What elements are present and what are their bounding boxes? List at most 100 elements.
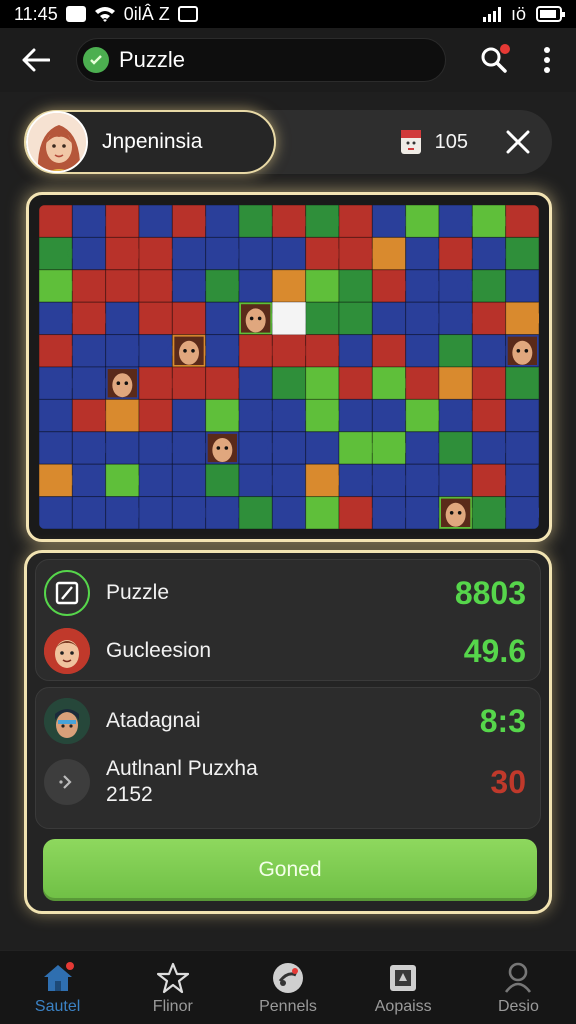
nav-item-sautel[interactable]: Sautel bbox=[0, 951, 115, 1024]
puzzle-piece[interactable] bbox=[238, 496, 273, 530]
puzzle-piece[interactable] bbox=[238, 334, 273, 368]
puzzle-piece[interactable] bbox=[71, 463, 107, 498]
puzzle-piece[interactable] bbox=[105, 269, 140, 303]
puzzle-piece[interactable] bbox=[238, 366, 273, 400]
list-item[interactable]: Atadagnai 8:3 bbox=[44, 698, 526, 744]
puzzle-piece[interactable] bbox=[238, 236, 273, 271]
puzzle-piece[interactable] bbox=[171, 204, 207, 238]
nav-item-desio[interactable]: Desio bbox=[461, 951, 576, 1024]
puzzle-piece[interactable] bbox=[338, 301, 373, 336]
back-button[interactable] bbox=[14, 38, 58, 82]
puzzle-piece[interactable] bbox=[505, 431, 540, 465]
puzzle-piece[interactable] bbox=[105, 431, 140, 465]
puzzle-piece[interactable] bbox=[338, 269, 373, 303]
puzzle-piece[interactable] bbox=[505, 269, 540, 303]
puzzle-board[interactable] bbox=[38, 204, 544, 530]
puzzle-piece[interactable] bbox=[38, 204, 73, 238]
puzzle-piece[interactable] bbox=[471, 398, 507, 433]
puzzle-piece[interactable] bbox=[505, 366, 540, 400]
puzzle-piece[interactable] bbox=[438, 334, 473, 368]
puzzle-piece[interactable] bbox=[205, 463, 240, 498]
puzzle-piece[interactable] bbox=[371, 301, 407, 336]
puzzle-piece[interactable] bbox=[505, 463, 540, 498]
puzzle-piece[interactable] bbox=[171, 496, 207, 530]
puzzle-piece[interactable] bbox=[305, 269, 340, 303]
puzzle-piece[interactable] bbox=[338, 398, 373, 433]
list-item[interactable]: Puzzle 8803 bbox=[44, 570, 526, 616]
puzzle-piece[interactable] bbox=[305, 431, 340, 465]
list-item[interactable]: Autlnanl Puzxha 2152 30 bbox=[44, 756, 526, 808]
puzzle-piece[interactable] bbox=[305, 496, 340, 530]
puzzle-piece[interactable] bbox=[438, 463, 473, 498]
puzzle-piece[interactable] bbox=[105, 204, 140, 238]
puzzle-piece[interactable] bbox=[171, 301, 207, 336]
puzzle-piece[interactable] bbox=[238, 269, 273, 303]
puzzle-piece[interactable] bbox=[138, 398, 173, 433]
puzzle-piece[interactable] bbox=[38, 431, 73, 465]
goned-button[interactable]: Goned bbox=[43, 839, 537, 901]
puzzle-piece[interactable] bbox=[271, 463, 307, 498]
puzzle-piece[interactable] bbox=[171, 236, 207, 271]
close-button[interactable] bbox=[498, 122, 538, 162]
player-profile[interactable]: Jnpeninsia bbox=[24, 110, 276, 174]
puzzle-piece[interactable] bbox=[271, 496, 307, 530]
puzzle-piece[interactable] bbox=[438, 431, 473, 465]
puzzle-piece[interactable] bbox=[38, 301, 73, 336]
puzzle-piece[interactable] bbox=[338, 366, 373, 400]
puzzle-piece[interactable] bbox=[271, 366, 307, 400]
puzzle-piece[interactable] bbox=[105, 301, 140, 336]
puzzle-piece[interactable] bbox=[405, 366, 440, 400]
nav-item-flinor[interactable]: Flinor bbox=[115, 951, 230, 1024]
puzzle-piece[interactable] bbox=[138, 463, 173, 498]
puzzle-piece[interactable] bbox=[105, 398, 140, 433]
puzzle-piece[interactable] bbox=[38, 334, 73, 368]
puzzle-piece[interactable] bbox=[405, 204, 440, 238]
puzzle-piece[interactable] bbox=[471, 366, 507, 400]
puzzle-piece[interactable] bbox=[38, 463, 73, 498]
puzzle-piece[interactable] bbox=[171, 366, 207, 400]
puzzle-piece[interactable] bbox=[205, 301, 240, 336]
puzzle-piece[interactable] bbox=[271, 431, 307, 465]
puzzle-piece[interactable] bbox=[371, 236, 407, 271]
puzzle-piece[interactable] bbox=[405, 334, 440, 368]
puzzle-piece[interactable] bbox=[438, 366, 473, 400]
puzzle-piece[interactable] bbox=[505, 236, 540, 271]
puzzle-piece[interactable] bbox=[71, 236, 107, 271]
puzzle-piece[interactable] bbox=[71, 496, 107, 530]
search-button[interactable] bbox=[474, 40, 514, 80]
puzzle-piece[interactable] bbox=[171, 463, 207, 498]
puzzle-piece[interactable] bbox=[305, 301, 340, 336]
puzzle-piece[interactable] bbox=[71, 269, 107, 303]
puzzle-piece[interactable] bbox=[171, 431, 207, 465]
puzzle-piece[interactable] bbox=[505, 204, 540, 238]
puzzle-piece[interactable] bbox=[38, 236, 73, 271]
puzzle-piece[interactable] bbox=[171, 269, 207, 303]
puzzle-piece[interactable] bbox=[338, 204, 373, 238]
puzzle-piece[interactable] bbox=[238, 398, 273, 433]
puzzle-piece[interactable] bbox=[71, 334, 107, 368]
puzzle-piece[interactable] bbox=[271, 236, 307, 271]
puzzle-piece[interactable] bbox=[471, 301, 507, 336]
puzzle-piece[interactable] bbox=[371, 334, 407, 368]
puzzle-piece[interactable] bbox=[138, 204, 173, 238]
puzzle-piece[interactable] bbox=[305, 366, 340, 400]
nav-item-pennels[interactable]: Pennels bbox=[230, 951, 345, 1024]
puzzle-piece[interactable] bbox=[338, 334, 373, 368]
more-options-button[interactable] bbox=[532, 40, 562, 80]
puzzle-piece[interactable] bbox=[38, 269, 73, 303]
selected-piece[interactable] bbox=[272, 302, 306, 335]
puzzle-piece[interactable] bbox=[271, 269, 307, 303]
puzzle-piece[interactable] bbox=[238, 463, 273, 498]
puzzle-piece[interactable] bbox=[38, 496, 73, 530]
puzzle-piece[interactable] bbox=[38, 366, 73, 400]
nav-item-aopaiss[interactable]: Aopaiss bbox=[346, 951, 461, 1024]
puzzle-piece[interactable] bbox=[238, 204, 273, 238]
puzzle-piece[interactable] bbox=[505, 398, 540, 433]
puzzle-piece[interactable] bbox=[138, 301, 173, 336]
list-item[interactable]: Gucleesion 49.6 bbox=[44, 628, 526, 674]
puzzle-piece[interactable] bbox=[138, 496, 173, 530]
puzzle-piece[interactable] bbox=[171, 398, 207, 433]
puzzle-piece[interactable] bbox=[238, 431, 273, 465]
puzzle-piece[interactable] bbox=[38, 398, 73, 433]
puzzle-piece[interactable] bbox=[205, 204, 240, 238]
